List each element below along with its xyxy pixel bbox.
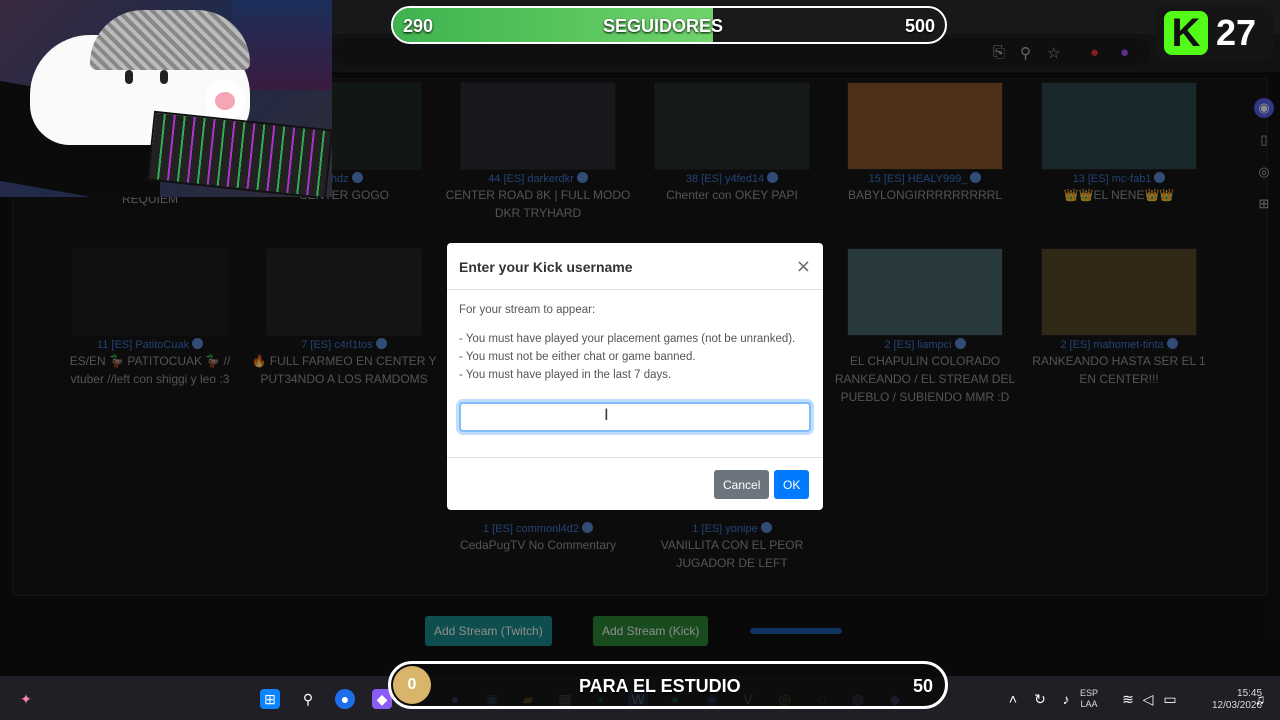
- cat-eye: [160, 70, 168, 84]
- kick-username-modal: Enter your Kick username × For your stre…: [447, 243, 823, 510]
- kick-logo-icon: K: [1164, 11, 1208, 55]
- followers-label: SEGUIDORES: [603, 16, 724, 36]
- beanie-hat: [90, 10, 250, 70]
- studio-current: 0: [393, 666, 431, 704]
- keyboard-graphic: [146, 110, 332, 197]
- widgets-icon[interactable]: ✦: [16, 689, 36, 709]
- studio-goal-bar: 0 PARA EL ESTUDIO 50: [388, 661, 948, 709]
- kick-viewer-badge: K 27: [1156, 6, 1274, 60]
- wifi-icon[interactable]: ≋: [1118, 689, 1138, 709]
- webcam-overlay: [0, 0, 332, 197]
- kick-username-input[interactable]: [459, 402, 811, 432]
- followers-goal: 500: [904, 16, 935, 36]
- requirement-item: - You must have played in the last 7 day…: [459, 369, 672, 381]
- cancel-button[interactable]: Cancel: [714, 470, 770, 499]
- modal-footer: Cancel OK: [447, 457, 823, 510]
- kick-count: 27: [1216, 12, 1257, 53]
- requirement-item: - You must have played your placement ga…: [459, 333, 796, 345]
- cat-eye: [125, 70, 133, 84]
- modal-title: Enter your Kick username: [459, 259, 633, 275]
- cat-paw-icon: [205, 80, 245, 120]
- modal-body: For your stream to appear: - You must ha…: [447, 290, 823, 432]
- studio-goal: 50: [912, 676, 933, 696]
- notification-icon[interactable]: ♫: [1250, 689, 1270, 709]
- zoom-app-icon[interactable]: ●: [335, 689, 355, 709]
- language-indicator[interactable]: ESP LAA: [1080, 688, 1098, 710]
- microphone-icon[interactable]: ♪: [1056, 689, 1076, 709]
- chevron-up-icon[interactable]: ˄: [1003, 689, 1023, 709]
- requirement-item: - You must not be either chat or game ba…: [459, 351, 696, 363]
- battery-icon[interactable]: ▭: [1160, 689, 1180, 709]
- close-button[interactable]: ×: [796, 256, 811, 277]
- sync-icon[interactable]: ↻: [1030, 689, 1050, 709]
- ok-button[interactable]: OK: [774, 470, 810, 499]
- keyboard-layout: LAA: [1080, 699, 1098, 709]
- modal-header: Enter your Kick username ×: [447, 243, 823, 290]
- followers-goal-bar: 290 SEGUIDORES 500: [391, 6, 947, 44]
- text-cursor-icon: Ι: [604, 405, 609, 424]
- modal-intro-text: For your stream to appear:: [459, 304, 596, 316]
- language-code: ESP: [1080, 688, 1099, 698]
- followers-current: 290: [403, 16, 434, 36]
- volume-icon[interactable]: ◁: [1138, 689, 1158, 709]
- search-icon[interactable]: ⚲: [298, 689, 318, 709]
- start-icon[interactable]: ⊞: [260, 689, 280, 709]
- studio-label: PARA EL ESTUDIO: [579, 676, 741, 696]
